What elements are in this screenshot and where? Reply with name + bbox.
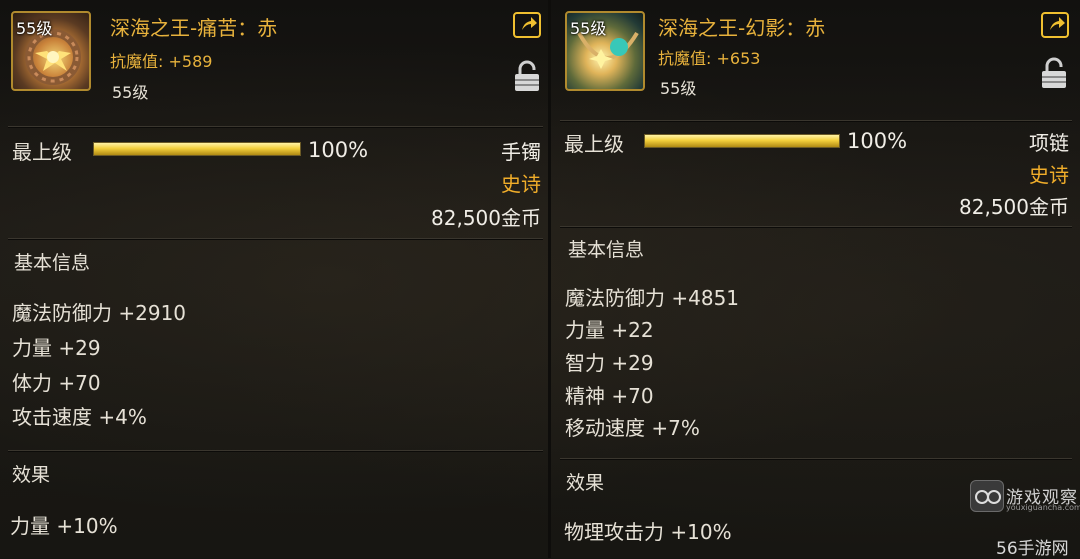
- icon-level-badge: 55级: [16, 19, 53, 38]
- section-effect: 效果: [12, 464, 51, 486]
- grade-progress-bar: [93, 142, 301, 156]
- grade-progress-fill: [94, 143, 300, 155]
- stat-line: 智力 +29: [565, 351, 654, 375]
- share-button[interactable]: [1041, 12, 1069, 38]
- stat-line: 体力 +70: [12, 371, 101, 395]
- section-effect: 效果: [566, 472, 605, 494]
- section-basic-info: 基本信息: [14, 252, 91, 274]
- stat-line: 移动速度 +7%: [565, 416, 700, 440]
- share-icon: [522, 17, 537, 30]
- grade-progress-bar: [644, 134, 840, 148]
- lock-icon[interactable]: [514, 60, 540, 92]
- share-icon: [1050, 17, 1065, 30]
- resist-line: 抗魔值: +653: [658, 45, 760, 69]
- resist-value: +653: [716, 49, 761, 68]
- item-price: 82,500金币: [431, 206, 541, 230]
- divider: [8, 238, 543, 240]
- item-name: 深海之王-幻影：赤: [658, 16, 826, 40]
- lock-icon[interactable]: [1041, 57, 1067, 89]
- item-rarity: 史诗: [1029, 163, 1069, 187]
- stat-line: 魔法防御力 +4851: [565, 286, 740, 310]
- item-icon[interactable]: 55级: [565, 11, 645, 91]
- stat-line: 魔法防御力 +2910: [12, 301, 187, 325]
- divider: [8, 126, 543, 128]
- item-tooltip-left: 55级 深海之王-痛苦：赤 抗魔值: +589 55级 最上级 100% 手镯 …: [0, 0, 549, 558]
- grade-progress-fill: [645, 135, 839, 147]
- item-tooltip-right: 55级 深海之王-幻影：赤 抗魔值: +653 55级 最上级 100% 项链 …: [552, 0, 1080, 558]
- effect-line: 物理攻击力 +10%: [564, 520, 732, 544]
- resist-label: 抗魔值:: [110, 52, 164, 71]
- divider: [560, 226, 1072, 228]
- grade-label: 最上级: [12, 140, 72, 164]
- share-button[interactable]: [513, 12, 541, 38]
- item-price: 82,500金币: [959, 195, 1069, 219]
- item-rarity: 史诗: [501, 172, 541, 196]
- stat-line: 力量 +22: [565, 318, 654, 342]
- divider: [560, 458, 1072, 460]
- grade-percent: 100%: [308, 138, 369, 162]
- watermark-logo-icon: [970, 480, 1004, 512]
- effect-line: 力量 +10%: [10, 514, 118, 538]
- item-icon[interactable]: 55级: [11, 11, 91, 91]
- section-basic-info: 基本信息: [568, 239, 645, 261]
- item-slot: 手镯: [501, 140, 541, 164]
- stat-line: 攻击速度 +4%: [12, 405, 147, 429]
- item-name: 深海之王-痛苦：赤: [110, 16, 278, 40]
- icon-level-badge: 55级: [570, 19, 607, 38]
- resist-label: 抗魔值:: [658, 49, 712, 68]
- divider: [560, 120, 1072, 122]
- stat-line: 精神 +70: [565, 384, 654, 408]
- resist-value: +589: [168, 52, 213, 71]
- item-slot: 项链: [1029, 131, 1069, 155]
- watermark-site: 56手游网: [996, 539, 1069, 559]
- grade-label: 最上级: [564, 132, 624, 156]
- resist-line: 抗魔值: +589: [110, 48, 212, 72]
- divider: [8, 450, 543, 452]
- level-requirement: 55级: [112, 83, 149, 102]
- grade-percent: 100%: [847, 129, 908, 153]
- level-requirement: 55级: [660, 79, 697, 98]
- watermark-brand-sub: youxiguancha.com: [1006, 503, 1080, 512]
- stat-line: 力量 +29: [12, 336, 101, 360]
